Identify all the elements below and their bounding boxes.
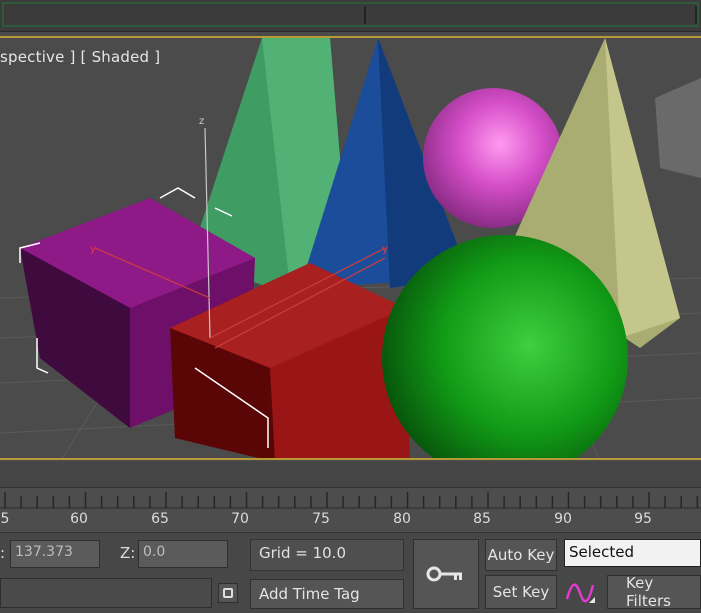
ruler-tick-label: 70 bbox=[231, 511, 249, 527]
set-key-button[interactable]: Set Key bbox=[485, 575, 557, 609]
track-bar[interactable] bbox=[0, 462, 701, 488]
timeline-ruler[interactable]: 5 60 65 70 75 80 85 90 95 bbox=[0, 488, 701, 532]
key-set-dropdown[interactable]: Selected bbox=[564, 539, 701, 567]
ruler-tick-label: 95 bbox=[634, 511, 652, 527]
ruler-ticks bbox=[0, 492, 701, 509]
perspective-viewport[interactable]: z y y spective ] [ Shaded ] bbox=[0, 36, 701, 460]
key-filters-button[interactable]: Key Filters bbox=[607, 574, 701, 610]
key-icon bbox=[426, 566, 462, 582]
axis-y-label: y bbox=[382, 244, 388, 255]
ruler-tick-label: 80 bbox=[393, 511, 411, 527]
auto-key-button[interactable]: Auto Key bbox=[485, 539, 557, 571]
z-label: Z: bbox=[120, 544, 136, 562]
status-bar: : 137.373 Z: 0.0 Grid = 10.0 Add Time Ta… bbox=[0, 532, 701, 613]
ruler-tick-label: 60 bbox=[70, 511, 88, 527]
x-label: : bbox=[0, 544, 6, 562]
top-strip-outline bbox=[2, 2, 699, 27]
ruler-tick-label: 75 bbox=[312, 511, 330, 527]
set-keys-mode-button[interactable] bbox=[413, 539, 479, 609]
ruler-tick-label: 65 bbox=[151, 511, 169, 527]
grid-spacing-display: Grid = 10.0 bbox=[250, 539, 404, 571]
top-strip-divider bbox=[364, 6, 366, 24]
ruler-tick-label: 5 bbox=[0, 511, 10, 527]
add-time-tag-button[interactable]: Add Time Tag bbox=[250, 579, 404, 609]
axis-z-label: z bbox=[199, 116, 204, 127]
top-strip-divider bbox=[695, 6, 697, 24]
prompt-line[interactable] bbox=[0, 578, 212, 608]
axis-y-label: y bbox=[90, 244, 96, 255]
grey-box bbox=[655, 78, 701, 178]
x-coordinate-field[interactable]: 137.373 bbox=[10, 540, 100, 568]
z-coordinate-field[interactable]: 0.0 bbox=[138, 540, 228, 568]
top-toolbar-strip bbox=[0, 0, 701, 32]
selection-lock-icon[interactable] bbox=[218, 583, 238, 603]
viewport-scene: z y y bbox=[0, 38, 701, 458]
ruler-tick-label: 90 bbox=[554, 511, 572, 527]
curve-editor-icon[interactable] bbox=[563, 575, 599, 609]
ruler-tick-label: 85 bbox=[473, 511, 491, 527]
viewport-label[interactable]: spective ] [ Shaded ] bbox=[0, 48, 160, 66]
